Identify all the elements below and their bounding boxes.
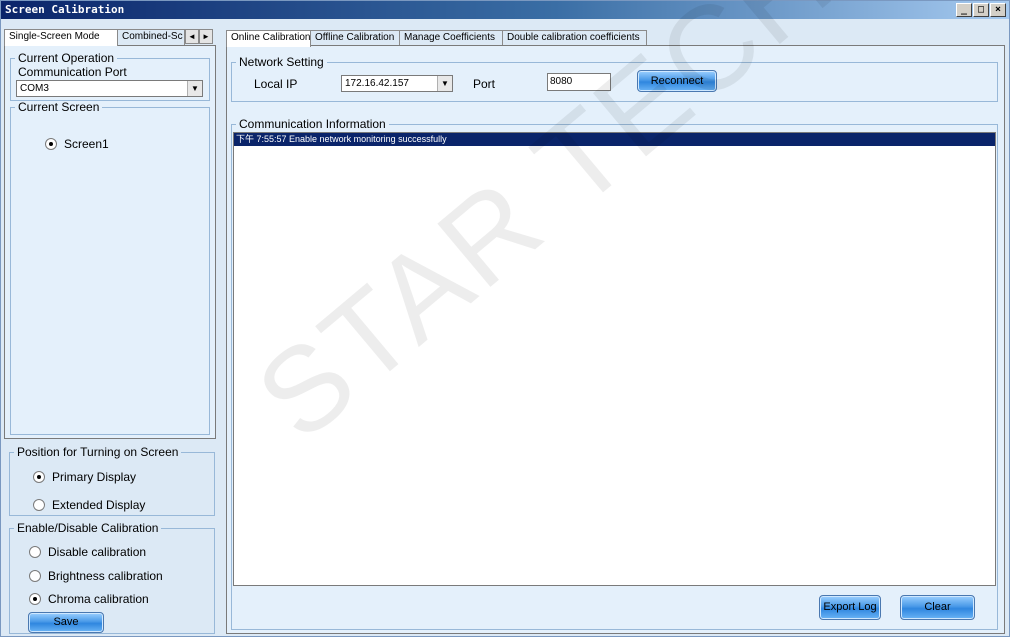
radio-unchecked-icon[interactable] [33, 499, 45, 511]
chroma-calibration-radio[interactable]: Chroma calibration [29, 592, 149, 606]
tab-double-calibration-coefficients[interactable]: Double calibration coefficients [502, 30, 647, 46]
extended-display-label: Extended Display [52, 498, 146, 512]
radio-checked-icon[interactable] [29, 593, 41, 605]
right-tab-strip: Online Calibration Offline Calibration M… [226, 30, 647, 47]
extended-display-radio[interactable]: Extended Display [33, 498, 145, 512]
tab-scroll-left-icon[interactable]: ◄ [185, 29, 199, 44]
export-log-button[interactable]: Export Log [819, 595, 881, 620]
communication-information-legend: Communication Information [239, 117, 386, 131]
maximize-icon[interactable]: □ [973, 3, 989, 17]
online-calibration-panel: Network Setting Local IP 172.16.42.157 ▼… [226, 45, 1005, 634]
communication-port-label: Communication Port [18, 65, 127, 79]
radio-checked-icon[interactable] [33, 471, 45, 483]
screen1-radio-option[interactable]: Screen1 [45, 137, 109, 151]
local-ip-select[interactable]: 172.16.42.157 ▼ [341, 75, 453, 92]
left-tab-strip: Single-Screen Mode Combined-Sc [4, 29, 185, 46]
radio-unchecked-icon[interactable] [29, 546, 41, 558]
current-screen-group: Current Screen [10, 101, 210, 435]
reconnect-button[interactable]: Reconnect [637, 70, 717, 92]
radio-checked-icon[interactable] [45, 138, 57, 150]
clear-button[interactable]: Clear [900, 595, 975, 620]
network-setting-legend: Network Setting [239, 55, 324, 69]
port-input[interactable]: 8080 [547, 73, 611, 91]
local-ip-label: Local IP [254, 77, 298, 91]
title-bar: Screen Calibration _ □ × [1, 1, 1009, 19]
radio-unchecked-icon[interactable] [29, 570, 41, 582]
brightness-calibration-radio[interactable]: Brightness calibration [29, 569, 163, 583]
calibration-legend: Enable/Disable Calibration [17, 521, 159, 535]
local-ip-value: 172.16.42.157 [345, 78, 409, 89]
tab-scroll-right-icon[interactable]: ► [199, 29, 213, 44]
dropdown-arrow-icon[interactable]: ▼ [437, 76, 452, 91]
screen-calibration-window: Screen Calibration _ □ × Single-Screen M… [0, 0, 1010, 637]
tab-online-calibration[interactable]: Online Calibration [226, 30, 311, 47]
chroma-calibration-label: Chroma calibration [48, 592, 149, 606]
tab-scroll-arrows: ◄ ► [185, 29, 213, 44]
tab-manage-coefficients[interactable]: Manage Coefficients [399, 30, 503, 46]
window-title: Screen Calibration [5, 3, 125, 16]
window-controls: _ □ × [956, 3, 1006, 17]
communication-port-value: COM3 [20, 83, 49, 94]
current-screen-legend: Current Screen [18, 100, 100, 114]
screen1-label: Screen1 [64, 137, 109, 151]
tab-combined-screen-mode[interactable]: Combined-Sc [117, 29, 185, 45]
minimize-icon[interactable]: _ [956, 3, 972, 17]
primary-display-label: Primary Display [52, 470, 137, 484]
position-legend: Position for Turning on Screen [17, 445, 179, 459]
brightness-calibration-label: Brightness calibration [48, 569, 163, 583]
port-label: Port [473, 77, 496, 91]
log-entry[interactable]: 下午 7:55:57 Enable network monitoring suc… [234, 133, 995, 146]
save-button[interactable]: Save [28, 612, 104, 633]
tab-single-screen-mode[interactable]: Single-Screen Mode [4, 29, 118, 46]
disable-calibration-radio[interactable]: Disable calibration [29, 545, 146, 559]
primary-display-radio[interactable]: Primary Display [33, 470, 136, 484]
close-icon[interactable]: × [990, 3, 1006, 17]
left-tab-panel: Current Operation Communication Port COM… [4, 45, 216, 439]
current-operation-legend: Current Operation [18, 51, 115, 65]
tab-offline-calibration[interactable]: Offline Calibration [310, 30, 400, 46]
communication-log-list[interactable]: 下午 7:55:57 Enable network monitoring suc… [233, 132, 996, 586]
disable-calibration-label: Disable calibration [48, 545, 147, 559]
communication-port-select[interactable]: COM3 ▼ [16, 80, 203, 97]
dropdown-arrow-icon[interactable]: ▼ [187, 81, 202, 96]
